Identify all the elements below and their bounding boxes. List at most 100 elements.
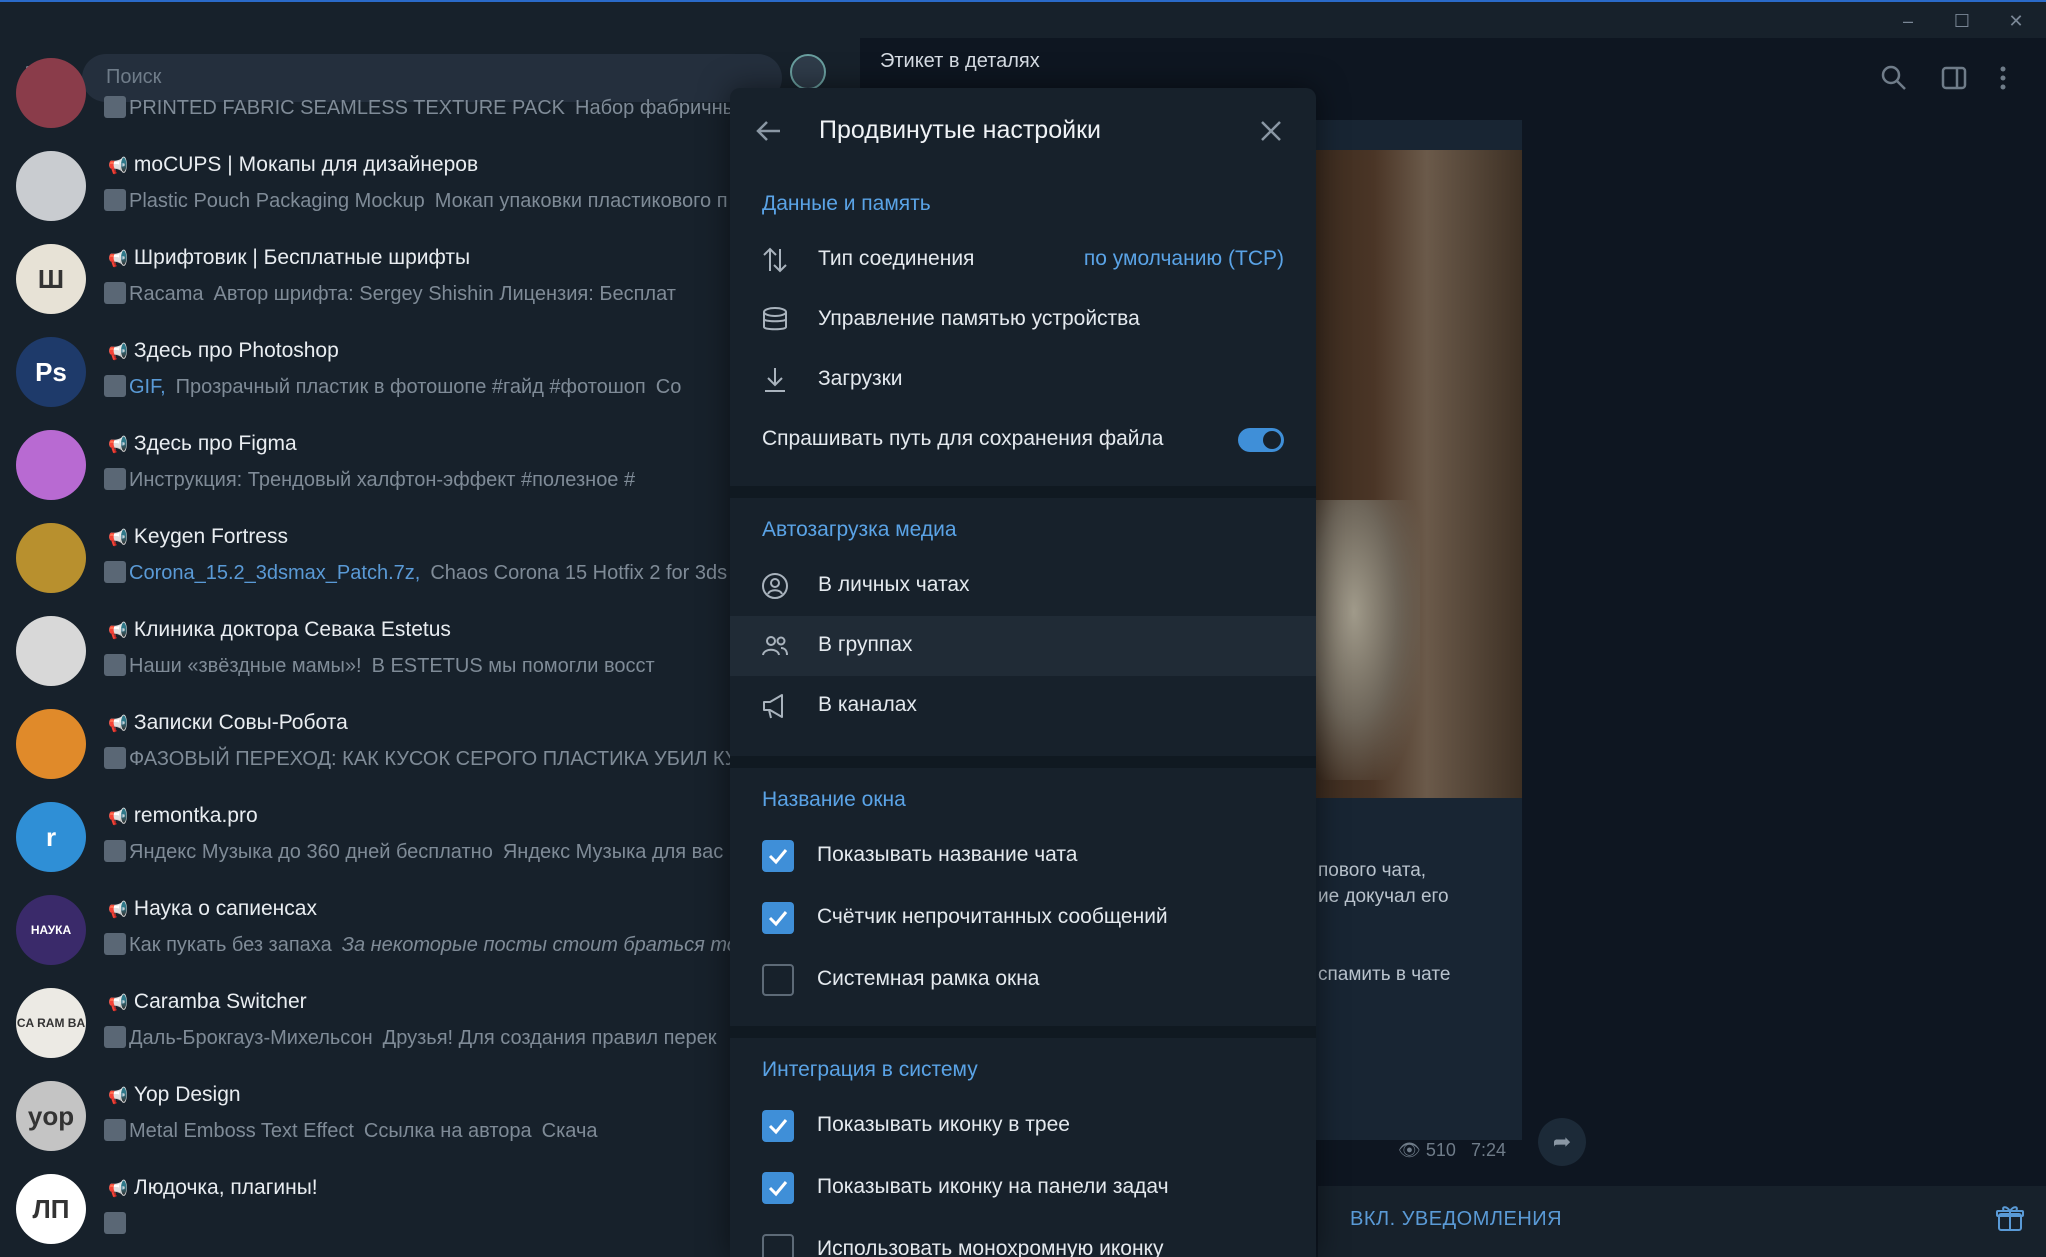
preview-suffix: Ссылка на автора [363, 1120, 532, 1142]
autoload-private-label: В личных чатах [818, 573, 970, 596]
section-header-window-title: Название окна [762, 788, 906, 811]
channel-megaphone-icon: 📢 [108, 902, 128, 919]
storage-management-row[interactable]: Управление памятью устройства [730, 290, 1316, 350]
storage-management-label: Управление памятью устройства [818, 307, 1140, 330]
preview-thumbnail [104, 1212, 126, 1234]
ask-save-path-row[interactable]: Спрашивать путь для сохранения файла [730, 410, 1316, 470]
search-icon[interactable] [1880, 64, 1908, 92]
mono-icon-label: Использовать монохромную иконку [817, 1237, 1164, 1257]
chat-title: 📢 Людочка, плагины! [108, 1176, 318, 1200]
mono-icon-row[interactable]: Использовать монохромную иконку [730, 1220, 1316, 1257]
forward-button[interactable]: ➦ [1538, 1118, 1586, 1166]
message-text-line: пового чата, [1318, 860, 1427, 881]
unread-counter-checkbox[interactable] [762, 902, 794, 934]
chat-title-text: Keygen Fortress [133, 525, 288, 548]
preview-text: Инструкция: Трендовый халфтон-эффект #по… [129, 469, 636, 491]
tray-icon-label: Показывать иконку в трее [817, 1113, 1070, 1136]
chat-title-text: Записки Совы-Робота [133, 711, 348, 734]
preview-thumbnail [104, 747, 126, 769]
preview-prefix: Plastic Pouch Packaging Mockup [129, 190, 425, 212]
preview-text: Прозрачный пластик в фотошопе #гайд #фот… [175, 376, 646, 398]
unread-counter-row[interactable]: Счётчик непрочитанных сообщений [730, 888, 1316, 948]
chat-title-text: Здесь про Figma [133, 432, 297, 455]
preview-suffix: Яндекс Музыка для вас [502, 841, 724, 863]
taskbar-icon-checkbox[interactable] [762, 1172, 794, 1204]
autoload-private-row[interactable]: В личных чатах [730, 556, 1316, 616]
preview-thumbnail [104, 96, 126, 118]
connection-type-row[interactable]: Тип соединения по умолчанию (TCP) [730, 230, 1316, 290]
system-frame-checkbox[interactable] [762, 964, 794, 996]
channel-megaphone-icon: 📢 [108, 995, 128, 1012]
section-header-autoload: Автозагрузка медиа [762, 518, 957, 541]
download-icon [765, 368, 785, 392]
preview-thumbnail [104, 561, 126, 583]
gift-icon[interactable] [1996, 1204, 2024, 1232]
chat-title: 📢 Клиника доктора Севака Estetus [108, 618, 451, 642]
close-window-button[interactable]: ✕ [1996, 8, 2036, 34]
tray-icon-checkbox[interactable] [762, 1110, 794, 1142]
chat-title: 📢 Caramba Switcher [108, 990, 307, 1014]
section-header-data: Данные и память [762, 192, 931, 215]
show-chat-name-label: Показывать название чата [817, 843, 1078, 866]
group-icon [762, 636, 788, 656]
more-options-icon[interactable] [1996, 64, 2010, 92]
chat-avatar [16, 58, 86, 128]
chat-avatar [16, 523, 86, 593]
section-divider [730, 1026, 1316, 1038]
preview-thumbnail [104, 1119, 126, 1141]
preview-suffix: Друзья! Для создания правил перек [382, 1027, 717, 1049]
chat-title: 📢 Записки Совы-Робота [108, 711, 348, 735]
preview-text: Chaos Corona 15 Hotfix 2 for 3ds M [430, 562, 750, 584]
ask-save-path-toggle[interactable] [1238, 428, 1284, 452]
channel-megaphone-icon: 📢 [108, 437, 128, 454]
minimize-button[interactable]: – [1888, 8, 1928, 34]
chat-title-text: Шрифтовик | Бесплатные шрифты [133, 246, 471, 269]
preview-text: За некоторые посты стоит браться тольк [341, 934, 769, 956]
section-header-integration: Интеграция в систему [762, 1058, 978, 1081]
message-meta: 👁 510 7:24 [1398, 1140, 1506, 1161]
autoload-channels-row[interactable]: В каналах [730, 676, 1316, 736]
checkmark-icon [768, 1181, 788, 1197]
preview-text: Яндекс Музыка до 360 дней бесплатно [129, 841, 493, 863]
chat-avatar: Ps [16, 337, 86, 407]
preview-prefix: Как пукать без запаха [129, 934, 332, 956]
chat-title-text: Caramba Switcher [133, 990, 307, 1013]
system-frame-row[interactable]: Системная рамка окна [730, 950, 1316, 1010]
channel-megaphone-icon: 📢 [108, 716, 128, 733]
back-arrow-icon[interactable] [754, 116, 784, 146]
section-divider [730, 486, 1316, 498]
tray-icon-row[interactable]: Показывать иконку в трее [730, 1096, 1316, 1156]
enable-notifications-button[interactable]: ВКЛ. УВЕДОМЛЕНИЯ [1350, 1208, 1562, 1231]
system-frame-label: Системная рамка окна [817, 967, 1040, 990]
show-chat-name-row[interactable]: Показывать название чата [730, 826, 1316, 886]
preview-text: ФАЗОВЫЙ ПЕРЕХОД: КАК КУСОК СЕРОГО ПЛАСТИ… [129, 748, 764, 770]
chat-avatar [16, 430, 86, 500]
channel-megaphone-icon: 📢 [108, 158, 128, 175]
chat-title: 📢 moCUPS | Мокапы для дизайнеров [108, 153, 478, 177]
user-circle-icon [762, 573, 788, 599]
preview-text: Автор шрифта: Sergey Shishin Лицензия: Б… [213, 283, 676, 305]
preview-text: Мокап упаковки пластикового п [434, 190, 728, 212]
preview-prefix: PRINTED FABRIC SEAMLESS TEXTURE PACK [129, 97, 566, 119]
sidebar-toggle-icon[interactable] [1940, 64, 1968, 92]
preview-text: Наши «звёздные мамы»! [129, 655, 362, 677]
chat-avatar [16, 616, 86, 686]
preview-text: Даль-Брокгауз-Михельсон [129, 1027, 373, 1049]
up-down-arrows-icon [763, 247, 787, 273]
mono-icon-checkbox[interactable] [762, 1234, 794, 1257]
chat-header-title[interactable]: Этикет в деталях [880, 50, 1040, 73]
taskbar-icon-row[interactable]: Показывать иконку на панели задач [730, 1158, 1316, 1218]
close-icon[interactable] [1256, 116, 1286, 146]
chat-avatar [16, 151, 86, 221]
chat-preview: Metal Emboss Text Effect Ссылка на автора… [104, 1119, 597, 1143]
chat-preview: Corona_15.2_3dsmax_Patch.7z, Chaos Corona… [104, 561, 749, 585]
checkmark-icon [768, 1119, 788, 1135]
downloads-row[interactable]: Загрузки [730, 350, 1316, 410]
autoload-groups-row[interactable]: В группах [730, 616, 1316, 676]
chat-title: 📢 Keygen Fortress [108, 525, 288, 549]
show-chat-name-checkbox[interactable] [762, 840, 794, 872]
maximize-button[interactable]: ☐ [1942, 8, 1982, 34]
chat-preview: Наши «звёздные мамы»! В ESTETUS мы помогл… [104, 654, 655, 678]
message-text-line: спамить в чате [1318, 964, 1451, 985]
chat-preview: Как пукать без запаха За некоторые посты … [104, 933, 769, 957]
